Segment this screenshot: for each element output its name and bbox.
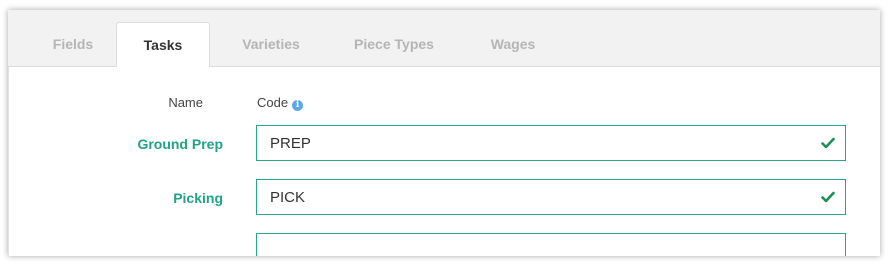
check-icon	[821, 137, 835, 149]
check-icon	[821, 191, 835, 203]
tab-piece-types[interactable]: Piece Types	[341, 22, 447, 66]
code-input-pick[interactable]	[257, 180, 820, 214]
task-code-field-picking[interactable]	[256, 179, 846, 215]
page: Fields Tasks Varieties Piece Types Wages…	[8, 10, 880, 256]
tab-tasks[interactable]: Tasks	[116, 22, 210, 68]
task-code-field-partial[interactable]	[256, 233, 846, 256]
info-icon[interactable]: i	[292, 100, 304, 111]
task-name-ground-prep: Ground Prep	[137, 136, 223, 152]
tab-varieties[interactable]: Varieties	[223, 22, 319, 66]
tab-wages[interactable]: Wages	[471, 22, 555, 66]
tab-fields[interactable]: Fields	[30, 22, 116, 66]
column-header-code: Code i	[257, 95, 304, 111]
tasks-panel: Name Codei Ground Prep Picking	[8, 67, 880, 256]
task-code-field-ground-prep[interactable]	[256, 125, 846, 161]
task-name-picking: Picking	[173, 190, 223, 206]
column-header-code-label: Code	[257, 95, 289, 110]
column-header-name: Name	[168, 95, 203, 110]
tab-bar: Fields Tasks Varieties Piece Types Wages	[8, 10, 880, 68]
code-input-prep[interactable]	[257, 126, 820, 160]
